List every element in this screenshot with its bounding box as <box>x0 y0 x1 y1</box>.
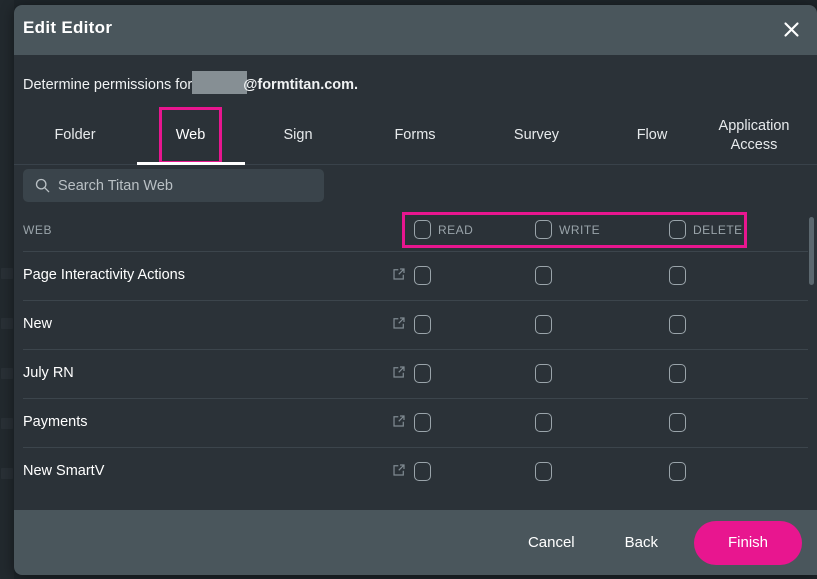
cell-read[interactable] <box>414 413 431 432</box>
tab-highlight-box <box>159 107 222 164</box>
write-checkbox[interactable] <box>535 266 552 285</box>
search-icon <box>35 178 50 193</box>
delete-checkbox[interactable] <box>669 266 686 285</box>
tab-web[interactable]: Web <box>159 107 222 164</box>
tab-label: Flow <box>637 126 668 144</box>
permissions-description: Determine permissions for @formtitan.com. <box>23 71 358 94</box>
row-name: Payments <box>23 414 87 430</box>
column-header-delete[interactable]: DELETE <box>669 220 743 239</box>
tab-folder[interactable]: Folder <box>29 107 121 164</box>
read-checkbox[interactable] <box>414 315 431 334</box>
cell-delete[interactable] <box>669 413 686 432</box>
dialog-title: Edit Editor <box>23 18 112 38</box>
external-link-icon[interactable] <box>392 316 406 330</box>
cell-read[interactable] <box>414 364 431 383</box>
tab-label: Folder <box>54 126 95 144</box>
subtitle-suffix: @formtitan.com. <box>243 77 358 93</box>
column-header-label: DELETE <box>693 223 743 237</box>
close-icon[interactable] <box>777 15 805 43</box>
search-box[interactable] <box>23 169 324 202</box>
tab-application-access[interactable]: Application Access <box>704 107 804 164</box>
row-name: July RN <box>23 365 74 381</box>
read-checkbox[interactable] <box>414 462 431 481</box>
external-link-icon[interactable] <box>392 414 406 428</box>
column-header-read[interactable]: READ <box>414 220 473 239</box>
cell-delete[interactable] <box>669 462 686 481</box>
search-row <box>14 165 817 210</box>
finish-button[interactable]: Finish <box>694 521 802 565</box>
back-button[interactable]: Back <box>611 528 672 557</box>
read-checkbox[interactable] <box>414 266 431 285</box>
column-header-label: READ <box>438 223 473 237</box>
edit-editor-dialog: Edit Editor Determine permissions for @fo… <box>14 5 817 575</box>
tab-flow[interactable]: Flow <box>618 107 686 164</box>
write-checkbox[interactable] <box>535 413 552 432</box>
cell-write[interactable] <box>535 462 552 481</box>
table-row: New SmartV <box>23 448 808 497</box>
cell-write[interactable] <box>535 266 552 285</box>
permissions-table: WEB READ WRITE DELETE Page Interactivity A… <box>14 210 817 498</box>
tab-label: Forms <box>394 126 435 144</box>
delete-checkbox[interactable] <box>669 413 686 432</box>
cancel-button[interactable]: Cancel <box>514 528 589 557</box>
table-row: Payments <box>23 399 808 448</box>
cell-read[interactable] <box>414 266 431 285</box>
cell-read[interactable] <box>414 462 431 481</box>
screen: Edit Editor Determine permissions for @fo… <box>0 0 817 579</box>
subtitle-prefix: Determine permissions for <box>23 77 192 93</box>
tab-label: Sign <box>283 126 312 144</box>
dialog-footer: Cancel Back Finish <box>14 510 817 575</box>
delete-checkbox[interactable] <box>669 462 686 481</box>
write-checkbox[interactable] <box>535 364 552 383</box>
table-header-row: WEB READ WRITE DELETE <box>23 210 808 252</box>
cell-read[interactable] <box>414 315 431 334</box>
delete-checkbox[interactable] <box>669 315 686 334</box>
select-all-delete-checkbox[interactable] <box>669 220 686 239</box>
redacted-email-block <box>192 71 247 94</box>
subtitle-row: Determine permissions for @formtitan.com. <box>14 55 817 107</box>
column-header-label: WRITE <box>559 223 600 237</box>
column-header-write[interactable]: WRITE <box>535 220 600 239</box>
tab-forms[interactable]: Forms <box>374 107 456 164</box>
write-checkbox[interactable] <box>535 462 552 481</box>
cell-write[interactable] <box>535 413 552 432</box>
external-link-icon[interactable] <box>392 463 406 477</box>
cell-write[interactable] <box>535 364 552 383</box>
cell-delete[interactable] <box>669 315 686 334</box>
table-row: New <box>23 301 808 350</box>
read-checkbox[interactable] <box>414 364 431 383</box>
cell-delete[interactable] <box>669 266 686 285</box>
table-row: July RN <box>23 350 808 399</box>
select-all-write-checkbox[interactable] <box>535 220 552 239</box>
delete-checkbox[interactable] <box>669 364 686 383</box>
row-name: Page Interactivity Actions <box>23 267 185 283</box>
tab-label: Survey <box>514 126 559 144</box>
row-name: New <box>23 316 52 332</box>
search-input[interactable] <box>58 178 324 194</box>
background-page <box>0 0 14 579</box>
tab-survey[interactable]: Survey <box>494 107 579 164</box>
tab-bar: Folder Web Sign Forms Survey Flow Application … <box>14 107 817 165</box>
table-scrollbar[interactable] <box>809 210 814 498</box>
tab-sign[interactable]: Sign <box>260 107 336 164</box>
tab-label: Application Access <box>704 117 804 153</box>
table-row: Page Interactivity Actions <box>23 252 808 301</box>
write-checkbox[interactable] <box>535 315 552 334</box>
external-link-icon[interactable] <box>392 267 406 281</box>
table-scrollbar-thumb[interactable] <box>809 217 814 285</box>
dialog-titlebar: Edit Editor <box>14 5 817 55</box>
table-section-label: WEB <box>23 223 52 237</box>
read-checkbox[interactable] <box>414 413 431 432</box>
cell-delete[interactable] <box>669 364 686 383</box>
external-link-icon[interactable] <box>392 365 406 379</box>
cell-write[interactable] <box>535 315 552 334</box>
row-name: New SmartV <box>23 463 104 479</box>
select-all-read-checkbox[interactable] <box>414 220 431 239</box>
